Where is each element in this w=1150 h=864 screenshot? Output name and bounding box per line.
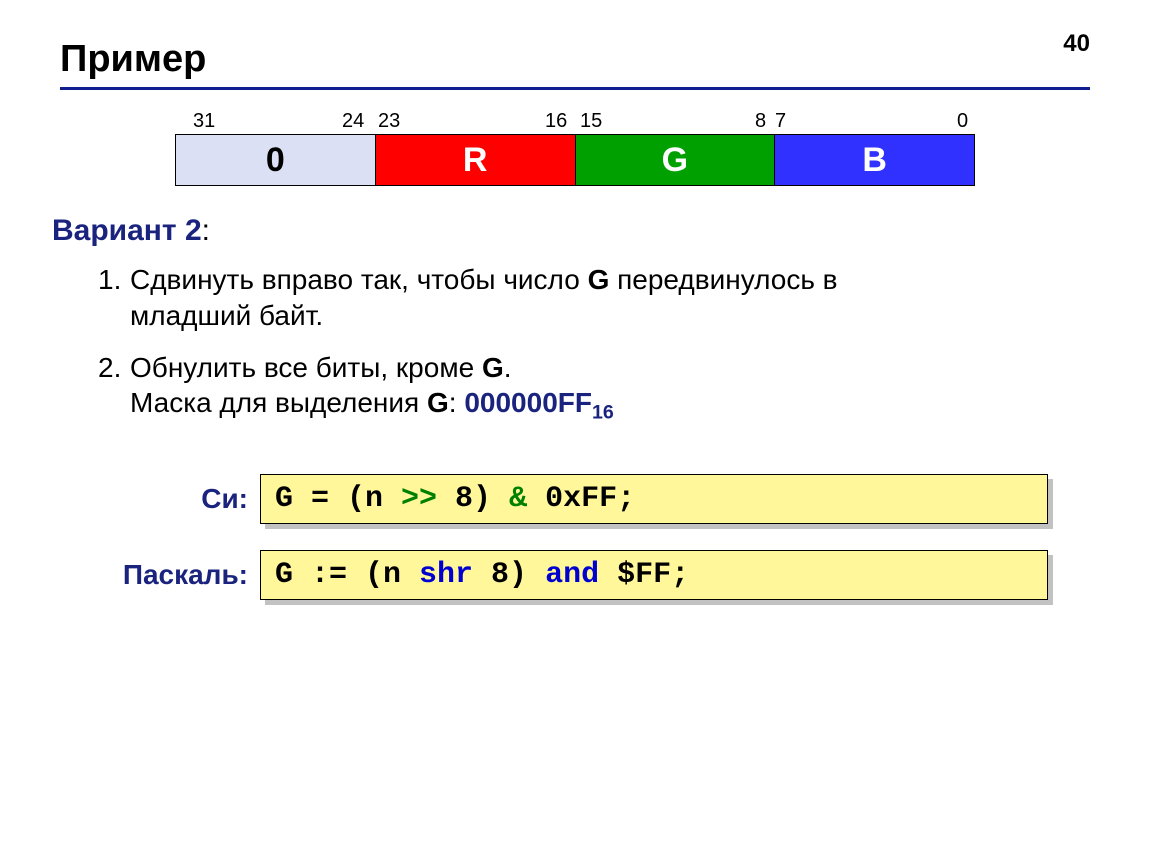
slide-title: Пример — [60, 38, 1090, 81]
byte-green: G — [576, 135, 776, 185]
code-box-pascal-wrap: G := (n shr 8) and $FF; — [260, 550, 1048, 600]
byte-blue: B — [775, 135, 974, 185]
byte-zero: 0 — [176, 135, 376, 185]
bit-label-23: 23 — [378, 110, 400, 133]
p-p3: $FF; — [599, 558, 689, 592]
step-2-line2-a: Маска для выделения — [130, 387, 427, 418]
step-2-dot: . — [504, 352, 512, 383]
p-shr: shr — [419, 558, 473, 592]
bit-label-7: 7 — [775, 110, 786, 133]
byte-row: 0 R G B — [175, 134, 975, 186]
step-1: 1.Сдвинуть вправо так, чтобы число G пер… — [98, 262, 1090, 334]
step-1-num: 1. — [98, 262, 130, 298]
step-2-line2: Маска для выделения G: 000000FF16 — [130, 385, 1090, 426]
bit-labels-row: 31 24 23 16 15 8 7 0 — [175, 110, 975, 132]
bit-label-31: 31 — [193, 110, 215, 133]
mask-value: 000000FF — [464, 387, 592, 418]
steps-list: 1.Сдвинуть вправо так, чтобы число G пер… — [98, 262, 1090, 426]
page-number: 40 — [1063, 30, 1090, 58]
c-p1: G = (n — [275, 482, 401, 516]
c-op-shift: >> — [401, 482, 437, 516]
bit-label-24: 24 — [342, 110, 364, 133]
mask-base: 16 — [592, 402, 614, 424]
step-2-num: 2. — [98, 350, 130, 386]
bit-label-16: 16 — [545, 110, 567, 133]
code-box-pascal: G := (n shr 8) and $FF; — [260, 550, 1048, 600]
code-box-c: G = (n >> 8) & 0xFF; — [260, 474, 1048, 524]
step-1-line2: младший байт. — [130, 298, 1090, 334]
slide: 40 Пример 31 24 23 16 15 8 7 0 0 R G B В… — [0, 0, 1150, 864]
variant-colon: : — [202, 214, 210, 247]
p-p2: 8) — [473, 558, 545, 592]
p-and: and — [545, 558, 599, 592]
step-1-bold: G — [588, 264, 610, 295]
step-1-text-a: Сдвинуть вправо так, чтобы число — [130, 264, 588, 295]
byte-red: R — [376, 135, 576, 185]
bit-diagram: 31 24 23 16 15 8 7 0 0 R G B — [175, 110, 975, 186]
step-1-text-b: передвинулось в — [609, 264, 837, 295]
variant-label: Вариант 2 — [52, 214, 202, 247]
step-2-bold: G — [482, 352, 504, 383]
code-box-c-wrap: G = (n >> 8) & 0xFF; — [260, 474, 1048, 524]
step-2-text-a: Обнулить все биты, кроме — [130, 352, 482, 383]
bit-label-0: 0 — [957, 110, 968, 133]
code-row-pascal: Паскаль: G := (n shr 8) and $FF; — [98, 550, 1090, 600]
variant-heading: Вариант 2: — [52, 214, 1090, 248]
c-p3: 0xFF; — [527, 482, 635, 516]
bit-label-8: 8 — [755, 110, 766, 133]
step-2-line2-bold: G — [427, 387, 449, 418]
step-2-line2-b: : — [449, 387, 465, 418]
bit-label-15: 15 — [580, 110, 602, 133]
code-label-c: Си: — [98, 483, 260, 515]
code-label-pascal: Паскаль: — [98, 559, 260, 591]
c-p2: 8) — [437, 482, 509, 516]
step-2: 2.Обнулить все биты, кроме G. Маска для … — [98, 350, 1090, 427]
c-op-and: & — [509, 482, 527, 516]
code-row-c: Си: G = (n >> 8) & 0xFF; — [98, 474, 1090, 524]
p-p1: G := (n — [275, 558, 419, 592]
title-divider — [60, 87, 1090, 90]
